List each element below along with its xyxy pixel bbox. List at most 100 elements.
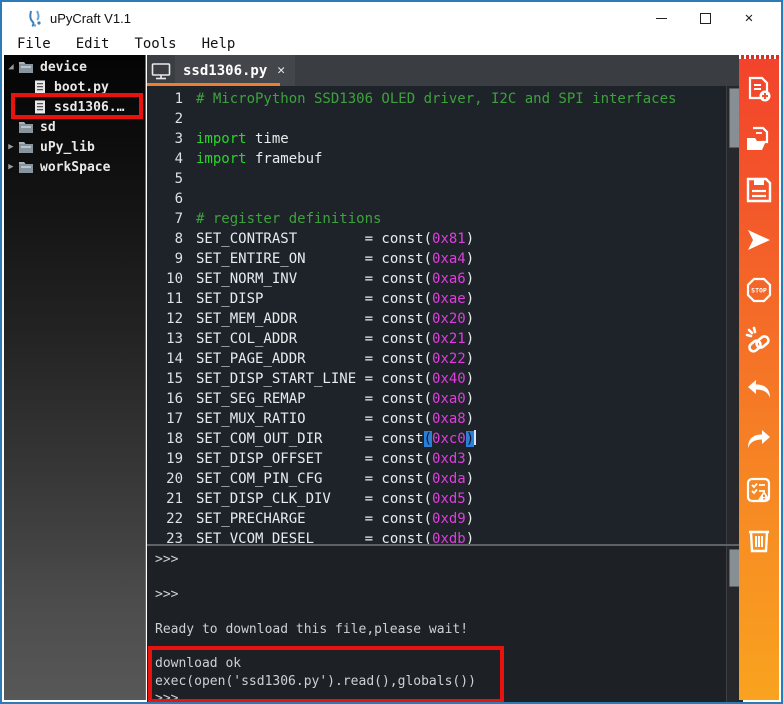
menu-tools[interactable]: Tools <box>134 36 176 52</box>
file-icon <box>35 80 45 94</box>
svg-text:STOP: STOP <box>751 287 767 295</box>
tab-label: ssd1306.py <box>183 62 268 79</box>
line-number: 18 <box>166 431 183 447</box>
tree-item-ssd1306[interactable]: ssd1306.… <box>4 97 145 117</box>
line-number: 2 <box>174 111 183 127</box>
window-title: uPyCraft V1.1 <box>50 10 131 26</box>
menu-bar: File Edit Tools Help <box>4 32 779 55</box>
tree-item-boot-py[interactable]: boot.py <box>4 77 145 97</box>
expand-arrow-icon[interactable]: ▶ <box>4 162 18 172</box>
code-line[interactable]: 7 # register definitions <box>147 209 743 229</box>
tree-item-label: ssd1306.… <box>54 99 125 115</box>
undo-icon[interactable] <box>744 375 774 405</box>
code-line[interactable]: 18 SET_COM_OUT_DIR = const(0xc0) <box>147 429 743 449</box>
new-file-icon[interactable] <box>744 75 774 105</box>
menu-help[interactable]: Help <box>202 36 236 52</box>
code-line[interactable]: 11 SET_DISP = const(0xae) <box>147 289 743 309</box>
folder-icon <box>19 162 33 173</box>
open-file-icon[interactable] <box>744 125 774 155</box>
code-lines: 1 # MicroPython SSD1306 OLED driver, I2C … <box>147 89 743 544</box>
tool-bar: STOP <box>739 55 779 700</box>
close-icon: ✕ <box>744 10 754 26</box>
tree-item-label: uPy_lib <box>40 139 95 155</box>
redo-icon[interactable] <box>744 425 774 455</box>
tree-item-upy-lib[interactable]: ▶ uPy_lib <box>4 137 145 157</box>
line-number: 10 <box>166 271 183 287</box>
line-number: 17 <box>166 411 183 427</box>
code-line[interactable]: 10 SET_NORM_INV = const(0xa6) <box>147 269 743 289</box>
code-editor[interactable]: 1 # MicroPython SSD1306 OLED driver, I2C … <box>147 86 743 544</box>
code-line[interactable]: 3 import time <box>147 129 743 149</box>
code-line[interactable]: 22 SET_PRECHARGE = const(0xd9) <box>147 509 743 529</box>
line-number: 6 <box>174 191 183 207</box>
download-run-icon[interactable] <box>744 225 774 255</box>
tree-item-sd[interactable]: sd <box>4 117 145 137</box>
upycraft-window: uPyCraft V1.1 ✕ File Edit Tools Help ◢ d… <box>0 0 783 704</box>
line-number: 4 <box>174 151 183 167</box>
line-number: 23 <box>166 531 183 544</box>
code-line[interactable]: 1 # MicroPython SSD1306 OLED driver, I2C … <box>147 89 743 109</box>
code-line[interactable]: 13 SET_COL_ADDR = const(0x21) <box>147 329 743 349</box>
line-number: 20 <box>166 471 183 487</box>
code-line[interactable]: 23 SET_VCOM_DESEL = const(0xdb) <box>147 529 743 544</box>
console-line: >>> <box>155 691 179 702</box>
tab-ssd1306-py[interactable]: ssd1306.py ✕ <box>175 55 296 86</box>
close-button[interactable]: ✕ <box>727 4 771 32</box>
line-number: 16 <box>166 391 183 407</box>
terminal-console[interactable]: >>> >>> Ready to download this file,plea… <box>147 546 743 702</box>
tree-item-device[interactable]: ◢ device <box>4 57 145 77</box>
stop-icon[interactable]: STOP <box>744 275 774 305</box>
code-line[interactable]: 17 SET_MUX_RATIO = const(0xa8) <box>147 409 743 429</box>
tab-close-icon[interactable]: ✕ <box>277 63 285 78</box>
clear-icon[interactable] <box>744 525 774 555</box>
menu-edit[interactable]: Edit <box>76 36 110 52</box>
line-number: 21 <box>166 491 183 507</box>
title-bar: uPyCraft V1.1 ✕ <box>4 4 779 32</box>
editor-pane: ssd1306.py ✕ 1 # MicroPython SSD1306 OLED… <box>147 55 743 702</box>
console-line: Ready to download this file,please wait! <box>155 621 469 637</box>
console-line: download ok <box>155 656 242 672</box>
code-line[interactable]: 5 <box>147 169 743 189</box>
expand-arrow-icon[interactable]: ▶ <box>4 142 18 152</box>
code-line[interactable]: 21 SET_DISP_CLK_DIV = const(0xd5) <box>147 489 743 509</box>
code-line[interactable]: 14 SET_PAGE_ADDR = const(0x22) <box>147 349 743 369</box>
line-number: 5 <box>174 171 183 187</box>
code-line[interactable]: 16 SET_SEG_REMAP = const(0xa0) <box>147 389 743 409</box>
line-number: 13 <box>166 331 183 347</box>
tree-item-workspace[interactable]: ▶ workSpace <box>4 157 145 177</box>
console-line: >>> <box>155 552 187 567</box>
line-number: 7 <box>174 211 183 227</box>
menu-file[interactable]: File <box>17 36 51 52</box>
connect-icon[interactable] <box>744 325 774 355</box>
code-line[interactable]: 4 import framebuf <box>147 149 743 169</box>
maximize-button[interactable] <box>683 4 727 32</box>
console-line: >>> <box>155 586 187 602</box>
code-line[interactable]: 8 SET_CONTRAST = const(0x81) <box>147 229 743 249</box>
app-logo-icon <box>29 10 41 27</box>
line-number: 12 <box>166 311 183 327</box>
save-icon[interactable] <box>744 175 774 205</box>
file-tree: ◢ device boot.py ssd1306.… sd ▶ uPy_lib … <box>4 55 146 700</box>
syntax-check-icon[interactable] <box>744 475 774 505</box>
editor-monitor-icon <box>147 55 175 86</box>
line-number: 9 <box>174 251 183 267</box>
collapse-arrow-icon[interactable]: ◢ <box>4 62 18 72</box>
code-line[interactable]: 12 SET_MEM_ADDR = const(0x20) <box>147 309 743 329</box>
code-line[interactable]: 2 <box>147 109 743 129</box>
code-line[interactable]: 19 SET_DISP_OFFSET = const(0xd3) <box>147 449 743 469</box>
code-line[interactable]: 15 SET_DISP_START_LINE = const(0x40) <box>147 369 743 389</box>
code-line[interactable]: 9 SET_ENTIRE_ON = const(0xa4) <box>147 249 743 269</box>
text-cursor <box>474 430 477 445</box>
code-line[interactable]: 20 SET_COM_PIN_CFG = const(0xda) <box>147 469 743 489</box>
console-line: ........................................… <box>155 638 484 654</box>
line-number: 14 <box>166 351 183 367</box>
line-number: 8 <box>174 231 183 247</box>
code-line[interactable]: 6 <box>147 189 743 209</box>
line-number: 11 <box>166 291 183 307</box>
line-number: 1 <box>174 91 183 107</box>
tree-item-label: boot.py <box>54 79 109 95</box>
minimize-button[interactable] <box>639 4 683 32</box>
tree-item-label: device <box>40 59 87 75</box>
